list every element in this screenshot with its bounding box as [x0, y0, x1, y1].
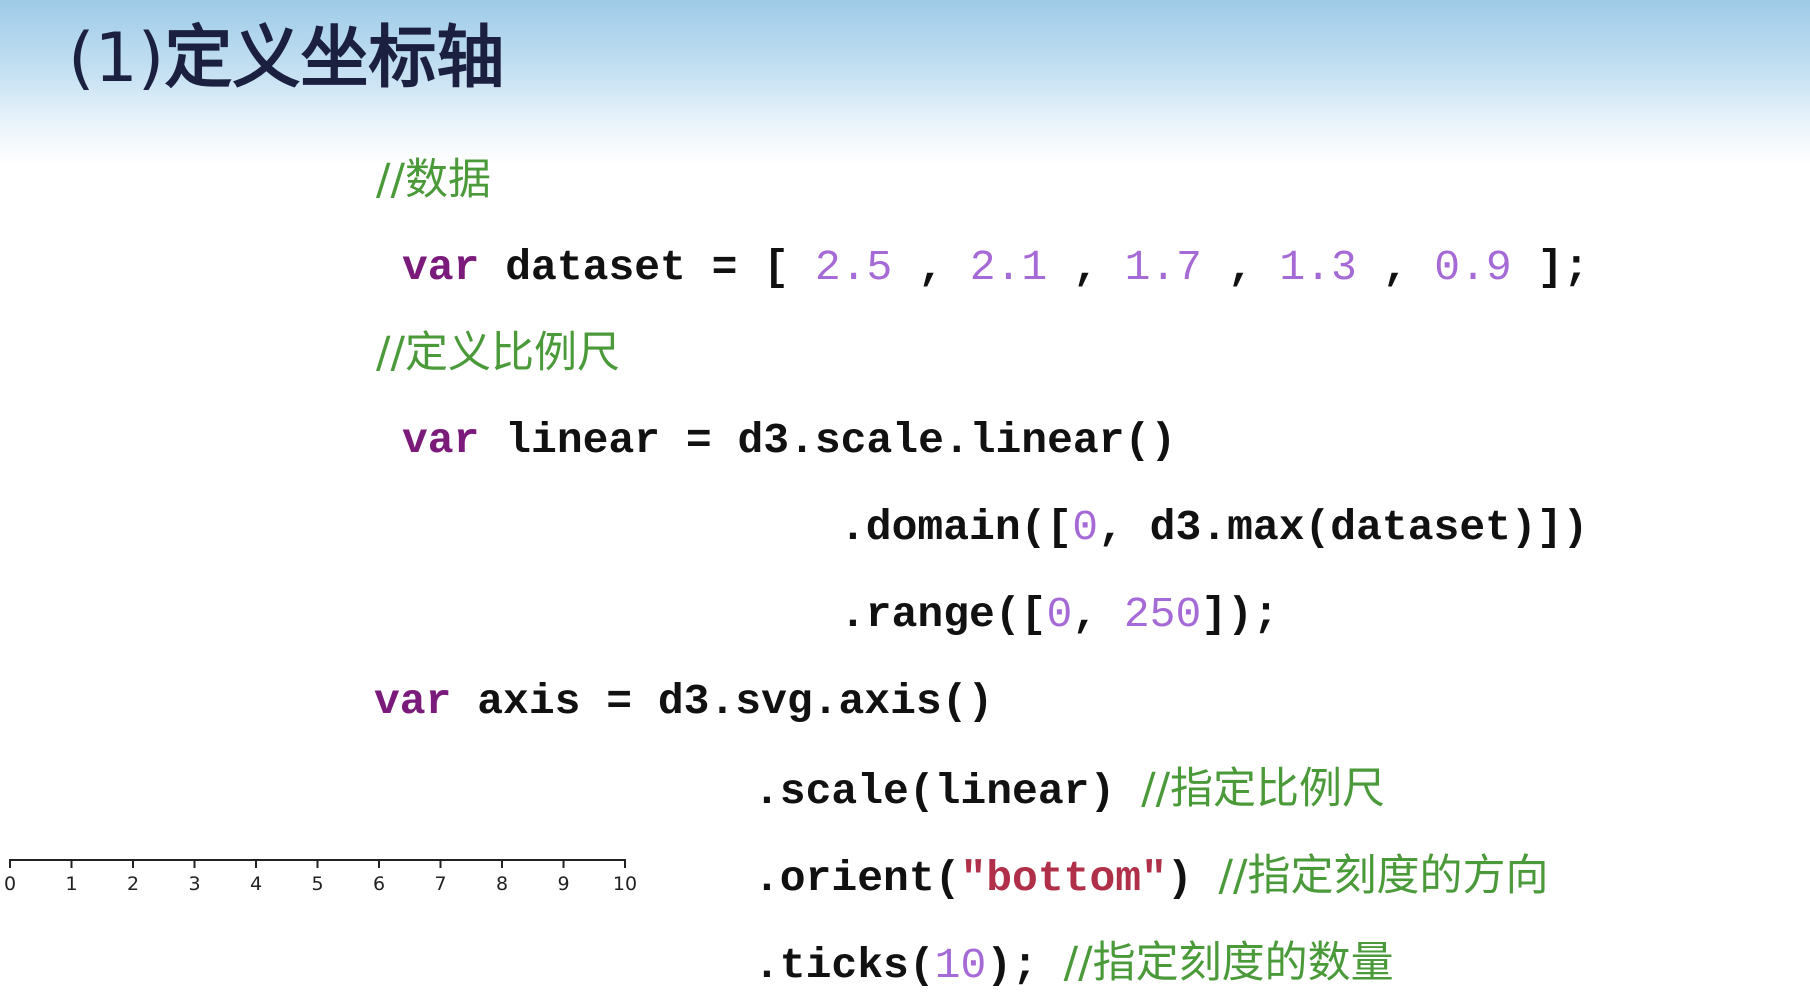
code-line-axis: var axis = d3.svg.axis(): [374, 674, 993, 730]
code-text: ,: [1356, 243, 1435, 292]
code-text: ,: [1202, 243, 1280, 292]
keyword-var: var: [402, 243, 480, 292]
title-number: (1): [68, 19, 165, 98]
code-comment: //指定刻度的数量: [1063, 938, 1394, 988]
keyword-var: var: [374, 677, 452, 726]
code-text: .domain([: [840, 503, 1073, 552]
number-literal: 1.3: [1279, 243, 1357, 292]
code-text: .range([: [840, 590, 1047, 639]
slide-title: (1)定义坐标轴: [68, 14, 504, 104]
code-text: .orient(: [754, 854, 961, 903]
number-literal: 2.5: [814, 243, 893, 292]
code-text: ,: [1072, 590, 1124, 639]
code-line-orient: .orient("bottom") //指定刻度的方向: [754, 848, 1548, 907]
code-text: ,: [1047, 243, 1125, 292]
axis-tick-label: 0: [4, 873, 16, 895]
title-text: 定义坐标轴: [164, 19, 505, 98]
code-comment-data: //数据: [376, 155, 491, 205]
axis-tick-label: 7: [434, 873, 446, 895]
axis-tick-label: 2: [127, 873, 139, 895]
code-line-ticks: .ticks(10); //指定刻度的数量: [754, 935, 1394, 994]
code-line-dataset: var dataset = [ 2.5 , 2.1 , 1.7 , 1.3 , …: [402, 240, 1589, 296]
axis-tick-label: 9: [557, 873, 569, 895]
axis-figure: 0 1 2 3 4 5 6 7 8 9 10: [4, 859, 637, 895]
code-line-range: .range([0, 250]);: [840, 587, 1279, 643]
code-text: linear = d3.scale.linear(): [479, 416, 1177, 465]
axis-tick-label: 8: [496, 873, 508, 895]
number-literal: 0: [1072, 503, 1099, 552]
code-text: , d3.max(dataset)]): [1098, 503, 1589, 552]
code-text: ): [1166, 854, 1219, 903]
number-literal: 250: [1123, 590, 1202, 639]
code-text: dataset = [: [479, 243, 815, 292]
axis-tick-label: 5: [311, 873, 323, 895]
code-text: .scale(linear): [754, 767, 1142, 816]
code-text: ];: [1511, 243, 1590, 292]
axis-tick-label: 4: [250, 873, 262, 895]
code-text: .ticks(: [754, 941, 935, 990]
code-line-domain: .domain([0, d3.max(dataset)]): [840, 500, 1588, 556]
code-text: ]);: [1201, 590, 1279, 639]
axis-tick-label: 6: [373, 873, 385, 895]
code-line-linear: var linear = d3.scale.linear(): [402, 413, 1176, 469]
number-literal: 0.9: [1434, 243, 1512, 292]
keyword-var: var: [402, 416, 480, 465]
code-comment: //指定比例尺: [1141, 764, 1386, 814]
code-comment: //指定刻度的方向: [1218, 851, 1549, 901]
string-literal: "bottom": [960, 854, 1167, 903]
code-line-scale: .scale(linear) //指定比例尺: [754, 761, 1385, 820]
number-literal: 2.1: [969, 243, 1048, 292]
number-literal: 1.7: [1124, 243, 1202, 292]
number-literal: 10: [934, 941, 987, 990]
axis-tick-label: 1: [65, 873, 77, 895]
axis-tick-label: 10: [613, 873, 637, 895]
code-text: ,: [892, 243, 970, 292]
code-text: );: [986, 941, 1064, 990]
code-comment-scale: //定义比例尺: [376, 328, 620, 378]
axis-tick-label: 3: [188, 873, 200, 895]
number-literal: 0: [1046, 590, 1073, 639]
code-text: axis = d3.svg.axis(): [451, 677, 994, 726]
